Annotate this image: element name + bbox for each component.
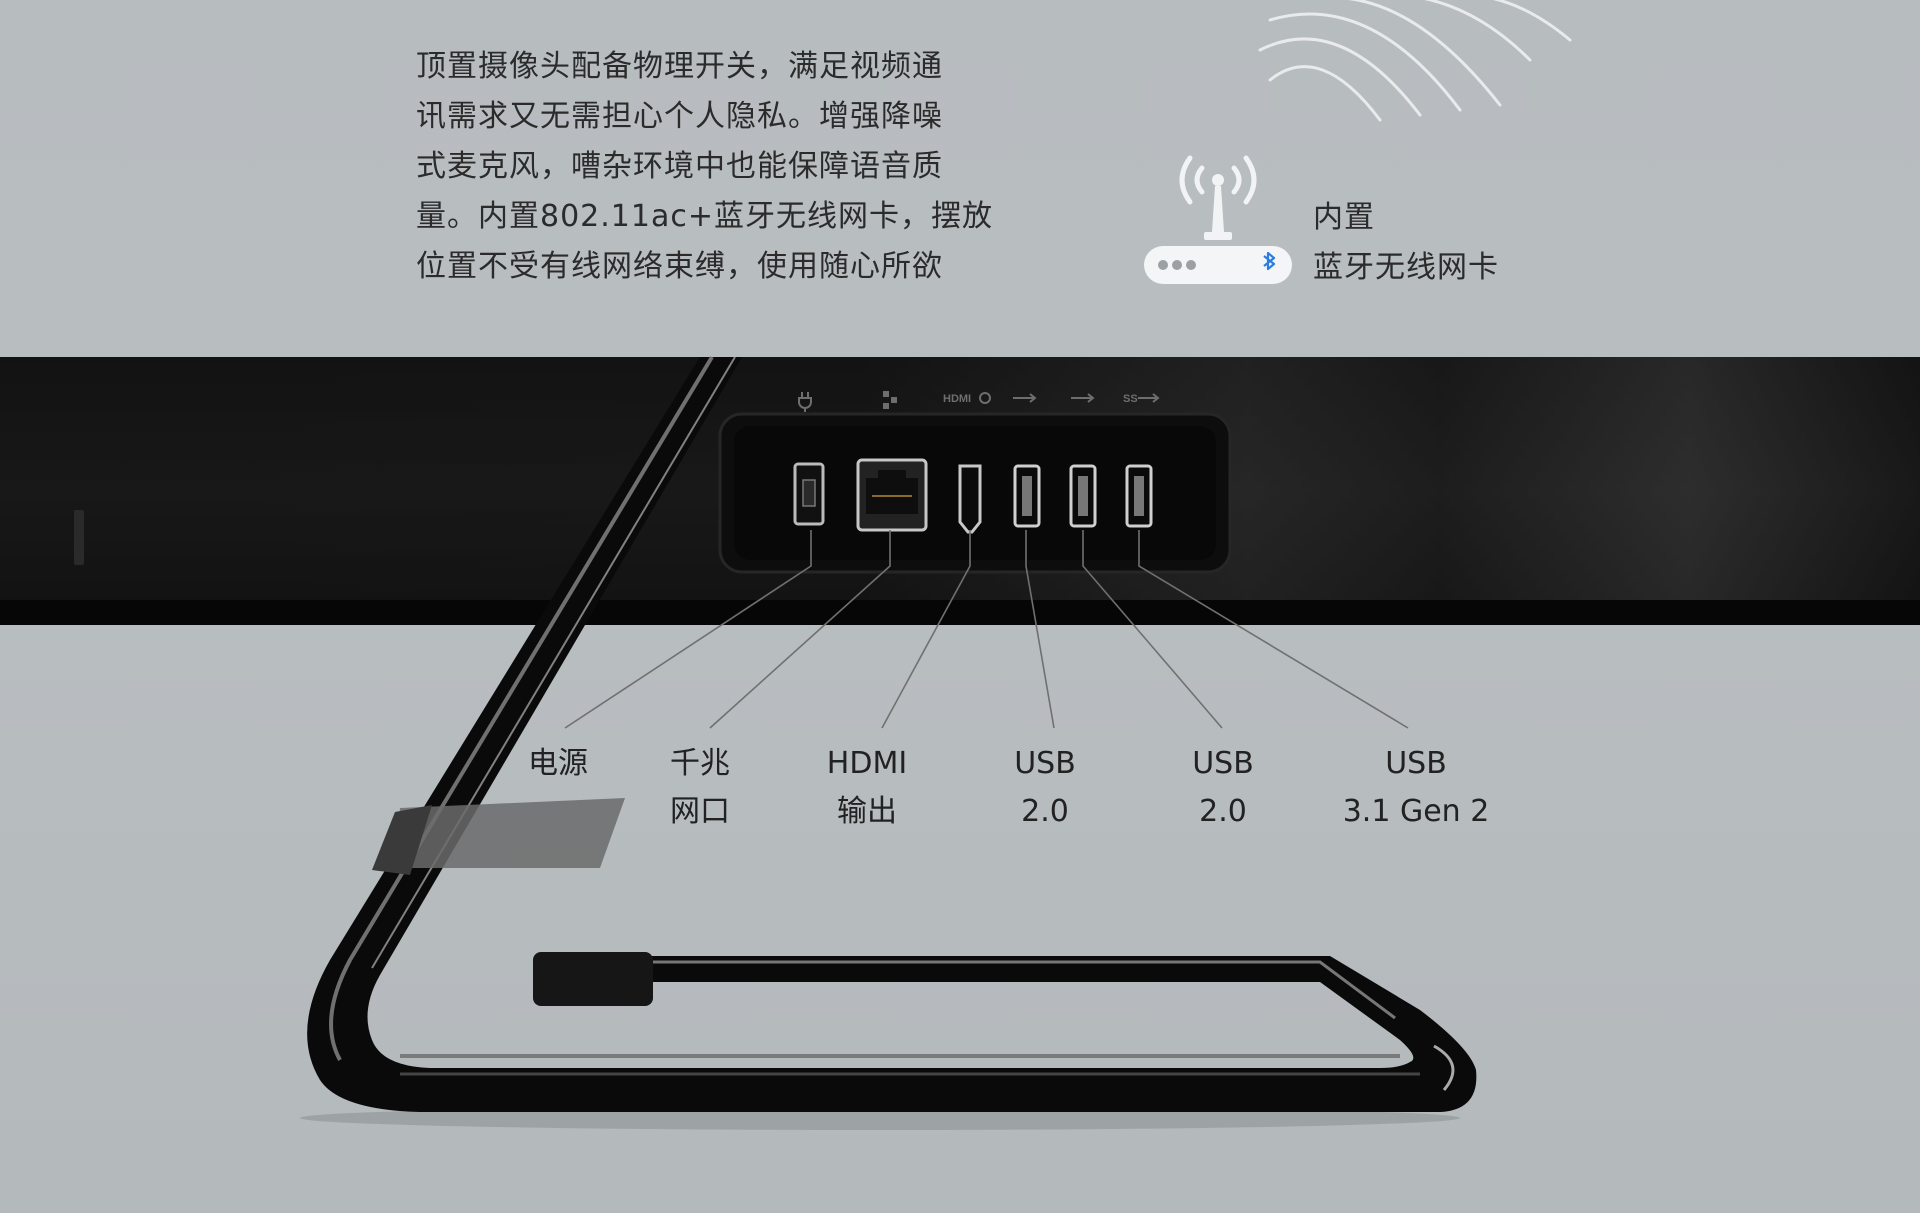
port-label-line: 2.0	[1199, 794, 1247, 829]
port-label-line: 2.0	[1021, 794, 1069, 829]
port-label-line: 千兆	[670, 746, 730, 781]
port-label-line: 3.1 Gen 2	[1342, 794, 1490, 829]
port-label-line: USB	[1385, 746, 1447, 781]
port-label-hdmi: HDMI 输出	[827, 740, 907, 836]
port-label-ethernet: 千兆 网口	[670, 740, 730, 836]
port-label-usb-2-a: USB 2.0	[1014, 740, 1076, 836]
port-label-usb-2-b: USB 2.0	[1192, 740, 1254, 836]
port-label-line: USB	[1192, 746, 1254, 781]
port-label-line: USB	[1014, 746, 1076, 781]
hdmi-port	[958, 464, 982, 534]
port-label-line: 输出	[836, 794, 897, 829]
hdmi-icon-text: HDMI	[943, 393, 971, 405]
port-label-line: 网口	[670, 794, 730, 829]
side-button	[74, 510, 84, 565]
usb-ss-icon-text: SS	[1123, 393, 1138, 405]
port-label-power: 电源	[528, 740, 588, 788]
port-label-line: 电源	[528, 746, 588, 781]
port-label-usb-31: USB 3.1 Gen 2	[1343, 740, 1490, 836]
monitor-rear-scene: HDMI SS	[0, 355, 1920, 1130]
port-label-line: HDMI	[826, 746, 908, 781]
